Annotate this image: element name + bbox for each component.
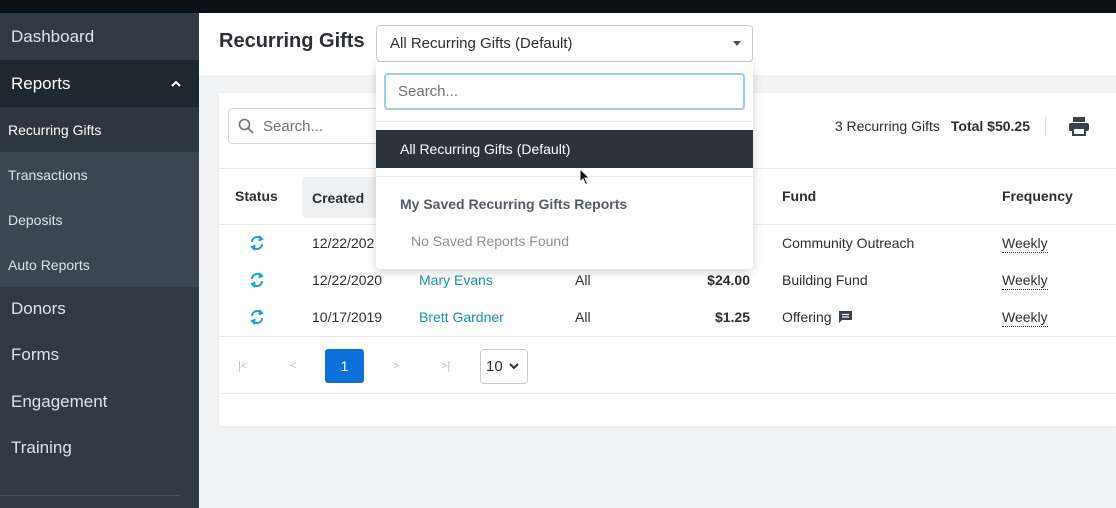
fund-name-text: Offering [782,309,832,325]
donor-name-link[interactable]: Mary Evans [419,272,493,288]
divider [376,176,753,177]
sidebar-subitem-label: Transactions [8,166,88,183]
frequency-link[interactable]: Weekly [1002,309,1048,327]
search-icon [238,118,254,134]
sidebar-item-label: Reports [11,73,71,93]
summary-divider [1045,116,1046,136]
page-title: Recurring Gifts [219,30,365,52]
recurring-icon [250,309,264,325]
sidebar-subitem-deposits[interactable]: Deposits [0,197,199,242]
sidebar-item-label: Dashboard [11,26,95,46]
sidebar-item-label: Forms [11,345,60,364]
caret-down-icon [733,41,741,46]
chevron-up-icon [171,80,181,87]
fund-name: Offering [782,309,853,325]
dropdown-search-placeholder: Search... [398,83,459,100]
amount: $24.00 [707,272,750,288]
sidebar-subitem-label: Recurring Gifts [8,121,102,138]
mouse-cursor-icon [579,168,591,186]
segment: All [575,309,591,325]
gift-count: 3 Recurring Gifts [834,118,940,134]
chevron-down-icon [508,363,519,370]
created-date: 12/22/2020 [312,272,383,288]
page-size-select[interactable]: 10 [480,349,528,384]
column-header-created[interactable]: Created [302,177,382,218]
search-input[interactable]: Search... [228,108,388,144]
frequency-link[interactable]: Weekly [1002,272,1048,290]
prev-page-button[interactable]: < [290,349,296,383]
divider [219,393,1116,394]
divider [219,336,1116,337]
page-button-current[interactable]: 1 [325,349,364,383]
dropdown-group-label: My Saved Recurring Gifts Reports [400,196,628,212]
gift-total: Total $50.25 [950,118,1030,134]
sidebar-subitem-transactions[interactable]: Transactions [0,152,199,197]
fund-name: Community Outreach [782,235,915,251]
dropdown-option-label: All Recurring Gifts (Default) [400,141,571,157]
reports-submenu: Recurring Gifts Transactions Deposits Au… [0,107,199,287]
sidebar-subitem-label: Auto Reports [8,256,90,273]
sidebar-item-label: Donors [11,299,66,318]
sidebar-subitem-label: Deposits [8,211,63,228]
sidebar-divider [0,495,180,496]
comment-icon[interactable] [838,310,853,324]
sidebar-item-training[interactable]: Training [0,425,199,471]
pagination: |< < 1 > >| 10 [219,349,1116,384]
table-row[interactable]: 10/17/2019 Brett Gardner All $1.25 Offer… [219,299,1116,336]
report-select[interactable]: All Recurring Gifts (Default) [376,25,753,62]
last-page-button[interactable]: >| [441,349,450,383]
page-size-value: 10 [486,358,503,375]
fund-name: Building Fund [782,272,868,288]
top-bar [0,0,1116,13]
sidebar-item-label: Training [11,438,72,457]
column-header-label: Created [312,189,365,206]
sidebar: Dashboard Reports Recurring Gifts Transa… [0,13,199,508]
sidebar-subitem-auto-reports[interactable]: Auto Reports [0,242,199,287]
sidebar-subitem-recurring-gifts[interactable]: Recurring Gifts [0,107,199,152]
summary: 3 Recurring Gifts Total $50.25 [835,118,1030,134]
sidebar-item-engagement[interactable]: Engagement [0,378,199,425]
frequency-link[interactable]: Weekly [1002,235,1048,253]
next-page-button[interactable]: > [393,349,399,383]
dropdown-option-default[interactable]: All Recurring Gifts (Default) [376,130,753,168]
search-placeholder: Search... [263,117,324,135]
column-header-fund[interactable]: Fund [782,188,816,204]
created-date: 10/17/2019 [312,309,383,325]
recurring-icon [250,235,264,251]
print-icon[interactable] [1068,116,1090,136]
amount: $1.25 [714,309,750,325]
sidebar-item-donors[interactable]: Donors [0,286,199,332]
created-date: 12/22/202 [312,235,375,251]
sidebar-item-reports[interactable]: Reports [0,60,199,107]
divider [376,121,753,122]
column-header-frequency[interactable]: Frequency [1002,188,1073,204]
first-page-button[interactable]: |< [238,349,247,383]
sidebar-item-dashboard[interactable]: Dashboard [0,13,199,60]
sidebar-item-forms[interactable]: Forms [0,332,199,378]
report-select-dropdown: Search... All Recurring Gifts (Default) … [376,62,753,269]
dropdown-empty-state: No Saved Reports Found [411,233,569,249]
column-header-status[interactable]: Status [235,188,278,204]
report-select-value: All Recurring Gifts (Default) [390,35,573,52]
recurring-icon [250,272,264,288]
sidebar-item-label: Engagement [11,391,108,411]
dropdown-search-input[interactable]: Search... [384,73,745,110]
segment: All [575,272,591,288]
donor-name-link[interactable]: Brett Gardner [419,309,504,325]
